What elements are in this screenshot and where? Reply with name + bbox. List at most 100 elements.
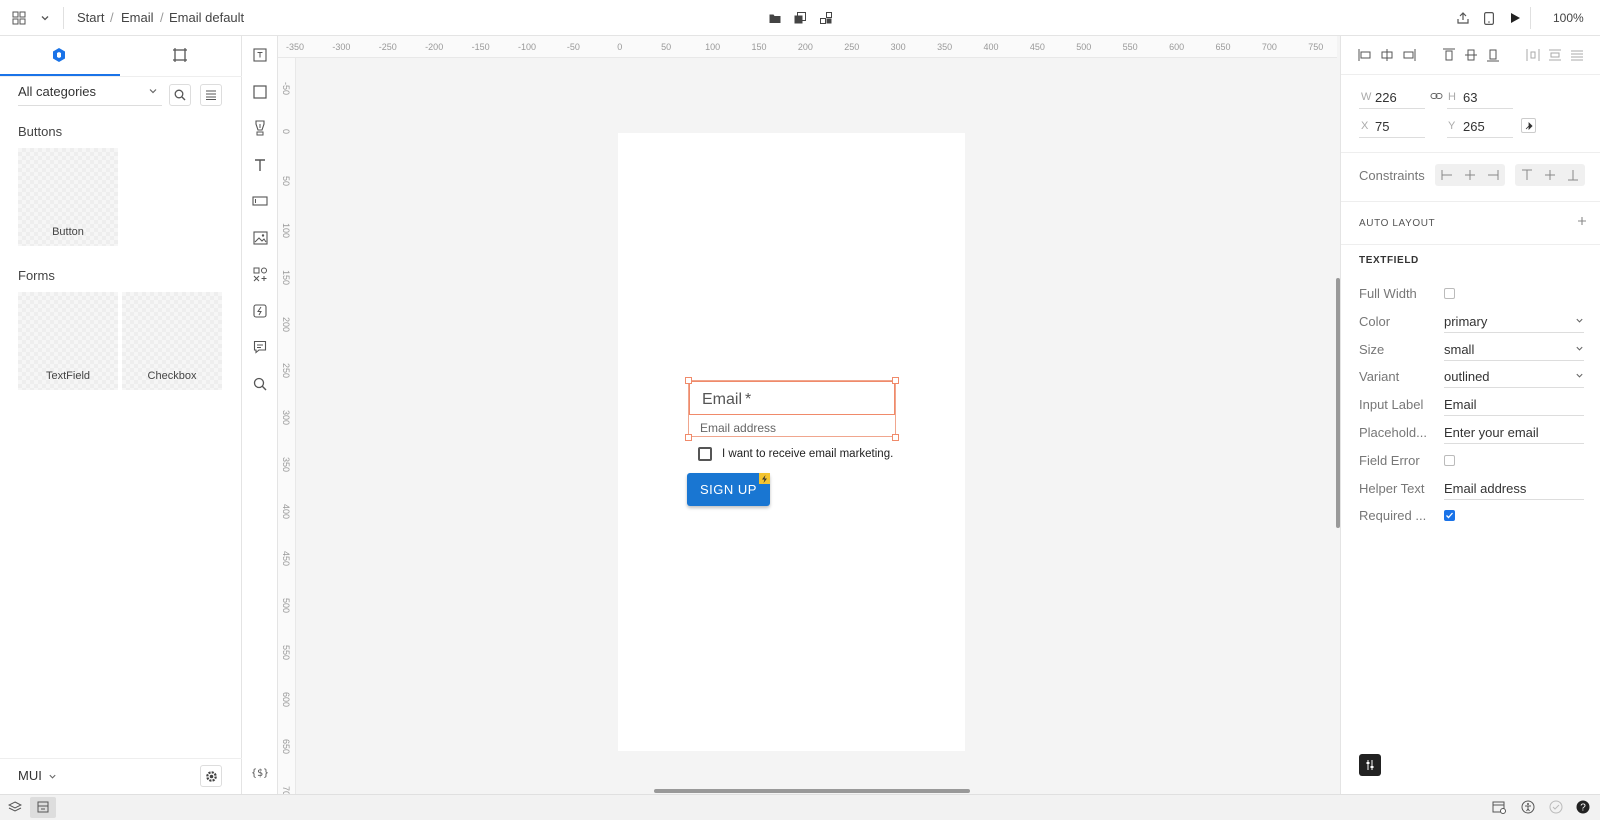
align-center-h-icon[interactable]	[1379, 48, 1395, 62]
divider	[1341, 152, 1600, 153]
code-icon[interactable]: {$}	[249, 764, 271, 782]
input-tool-icon[interactable]	[251, 192, 269, 210]
interaction-badge-icon[interactable]	[759, 473, 770, 484]
ruler-tick-label: 0	[617, 42, 623, 52]
ruler-tick-label: 150	[281, 269, 291, 285]
calendar-check-icon[interactable]	[1492, 800, 1506, 814]
tidy-up-icon[interactable]	[1569, 48, 1585, 62]
search-icon	[174, 89, 186, 101]
prop-value-helper-text[interactable]: Email address	[1444, 481, 1526, 496]
frame-tool-icon[interactable]	[251, 46, 269, 64]
prop-value-color[interactable]: primary	[1444, 314, 1487, 329]
breadcrumb-email-default[interactable]: Email default	[169, 10, 244, 25]
breadcrumb-start[interactable]: Start	[77, 10, 104, 25]
folder-icon[interactable]	[766, 9, 784, 27]
chevron-down-icon[interactable]	[1575, 316, 1584, 325]
distribute-v-icon[interactable]	[1547, 48, 1563, 62]
component-tile-checkbox[interactable]: Checkbox	[122, 292, 222, 390]
components-tab-icon[interactable]	[51, 47, 67, 63]
width-value[interactable]: 226	[1375, 90, 1397, 105]
component-tile-textfield[interactable]: TextField	[18, 292, 118, 390]
components-icon[interactable]	[817, 9, 835, 27]
align-top-icon[interactable]	[1441, 48, 1457, 62]
image-tool-icon[interactable]	[251, 229, 269, 247]
artboard-email-default[interactable]: Email * Email address I want to receive e…	[618, 133, 965, 751]
ruler-tick-label: 50	[281, 175, 291, 186]
horizontal-constraints[interactable]	[1435, 164, 1505, 186]
text-tool-icon[interactable]	[251, 156, 269, 174]
pages-button[interactable]	[30, 797, 56, 818]
align-middle-v-icon[interactable]	[1463, 48, 1479, 62]
library-select[interactable]: MUI	[18, 768, 57, 783]
category-select[interactable]: All categories	[18, 84, 162, 106]
library-settings-button[interactable]	[200, 765, 222, 787]
interaction-tool-icon[interactable]	[251, 302, 269, 320]
grid-menu-icon[interactable]	[10, 9, 28, 27]
prop-label-required: Required ...	[1359, 508, 1427, 524]
distribute-h-icon[interactable]	[1525, 48, 1541, 62]
zoom-level[interactable]: 100%	[1553, 11, 1584, 25]
code-panel-button[interactable]	[1359, 754, 1381, 776]
marketing-checkbox[interactable]	[698, 447, 712, 461]
pen-tool-icon[interactable]	[251, 119, 269, 137]
assets-tab-icon[interactable]	[172, 47, 188, 63]
chevron-down-icon[interactable]	[1575, 371, 1584, 380]
vertical-constraints[interactable]	[1515, 164, 1585, 186]
add-icon[interactable]	[1577, 216, 1587, 226]
prop-checkbox-full-width[interactable]	[1444, 288, 1455, 299]
comment-tool-icon[interactable]	[251, 338, 269, 356]
constraint-right-icon[interactable]	[1487, 169, 1499, 181]
rotation-icon[interactable]	[1521, 118, 1536, 133]
x-value[interactable]: 75	[1375, 119, 1389, 134]
chevron-down-icon[interactable]	[1575, 344, 1584, 353]
breadcrumb-separator: /	[110, 10, 114, 25]
align-left-icon[interactable]	[1357, 48, 1373, 62]
align-bottom-icon[interactable]	[1485, 48, 1501, 62]
rectangle-tool-icon[interactable]	[251, 83, 269, 101]
prop-value-placehold[interactable]: Enter your email	[1444, 425, 1539, 440]
email-textfield[interactable]: Email *	[689, 381, 895, 415]
divider	[0, 76, 242, 77]
components-tool-icon[interactable]	[251, 265, 269, 283]
resize-handle[interactable]	[685, 377, 692, 384]
constraint-top-icon[interactable]	[1521, 169, 1533, 181]
constraint-left-icon[interactable]	[1441, 169, 1453, 181]
share-icon[interactable]	[1454, 9, 1472, 27]
ruler-tick-label: 250	[844, 42, 860, 52]
horizontal-scrollbar[interactable]	[654, 789, 970, 793]
constraint-center-v-icon[interactable]	[1544, 169, 1556, 181]
play-icon[interactable]	[1506, 9, 1524, 27]
align-right-icon[interactable]	[1401, 48, 1417, 62]
help-icon[interactable]: ?	[1576, 800, 1590, 814]
height-value[interactable]: 63	[1463, 90, 1477, 105]
prop-value-variant[interactable]: outlined	[1444, 369, 1490, 384]
resize-handle[interactable]	[685, 434, 692, 441]
search-icon[interactable]	[251, 375, 269, 393]
component-tile-button[interactable]: Button	[18, 148, 118, 246]
tile-label: Checkbox	[147, 370, 197, 382]
signup-button[interactable]: SIGN UP	[687, 473, 770, 506]
ruler-tick-label: 450	[281, 551, 291, 567]
y-value[interactable]: 265	[1463, 119, 1485, 134]
constraint-bottom-icon[interactable]	[1567, 169, 1579, 181]
search-button[interactable]	[169, 84, 191, 106]
constraint-center-h-icon[interactable]	[1464, 169, 1476, 181]
duplicate-icon[interactable]	[791, 9, 809, 27]
accessibility-icon[interactable]	[1521, 800, 1535, 814]
check-circle-icon[interactable]	[1549, 800, 1563, 814]
link-icon[interactable]	[1430, 91, 1443, 101]
breadcrumb-email[interactable]: Email	[121, 10, 154, 25]
resize-handle[interactable]	[892, 434, 899, 441]
prop-checkbox-required[interactable]	[1444, 510, 1455, 522]
email-textfield-label: Email *	[702, 391, 751, 409]
layers-icon[interactable]	[8, 800, 22, 814]
prop-field-line	[1444, 331, 1584, 333]
device-preview-icon[interactable]	[1480, 9, 1498, 27]
prop-value-input-label[interactable]: Email	[1444, 397, 1477, 412]
resize-handle[interactable]	[892, 377, 899, 384]
chevron-down-icon[interactable]	[36, 9, 54, 27]
list-view-button[interactable]	[200, 84, 222, 106]
email-helper-text: Email address	[700, 421, 777, 435]
prop-value-size[interactable]: small	[1444, 342, 1474, 357]
prop-checkbox-field-error[interactable]	[1444, 454, 1455, 466]
